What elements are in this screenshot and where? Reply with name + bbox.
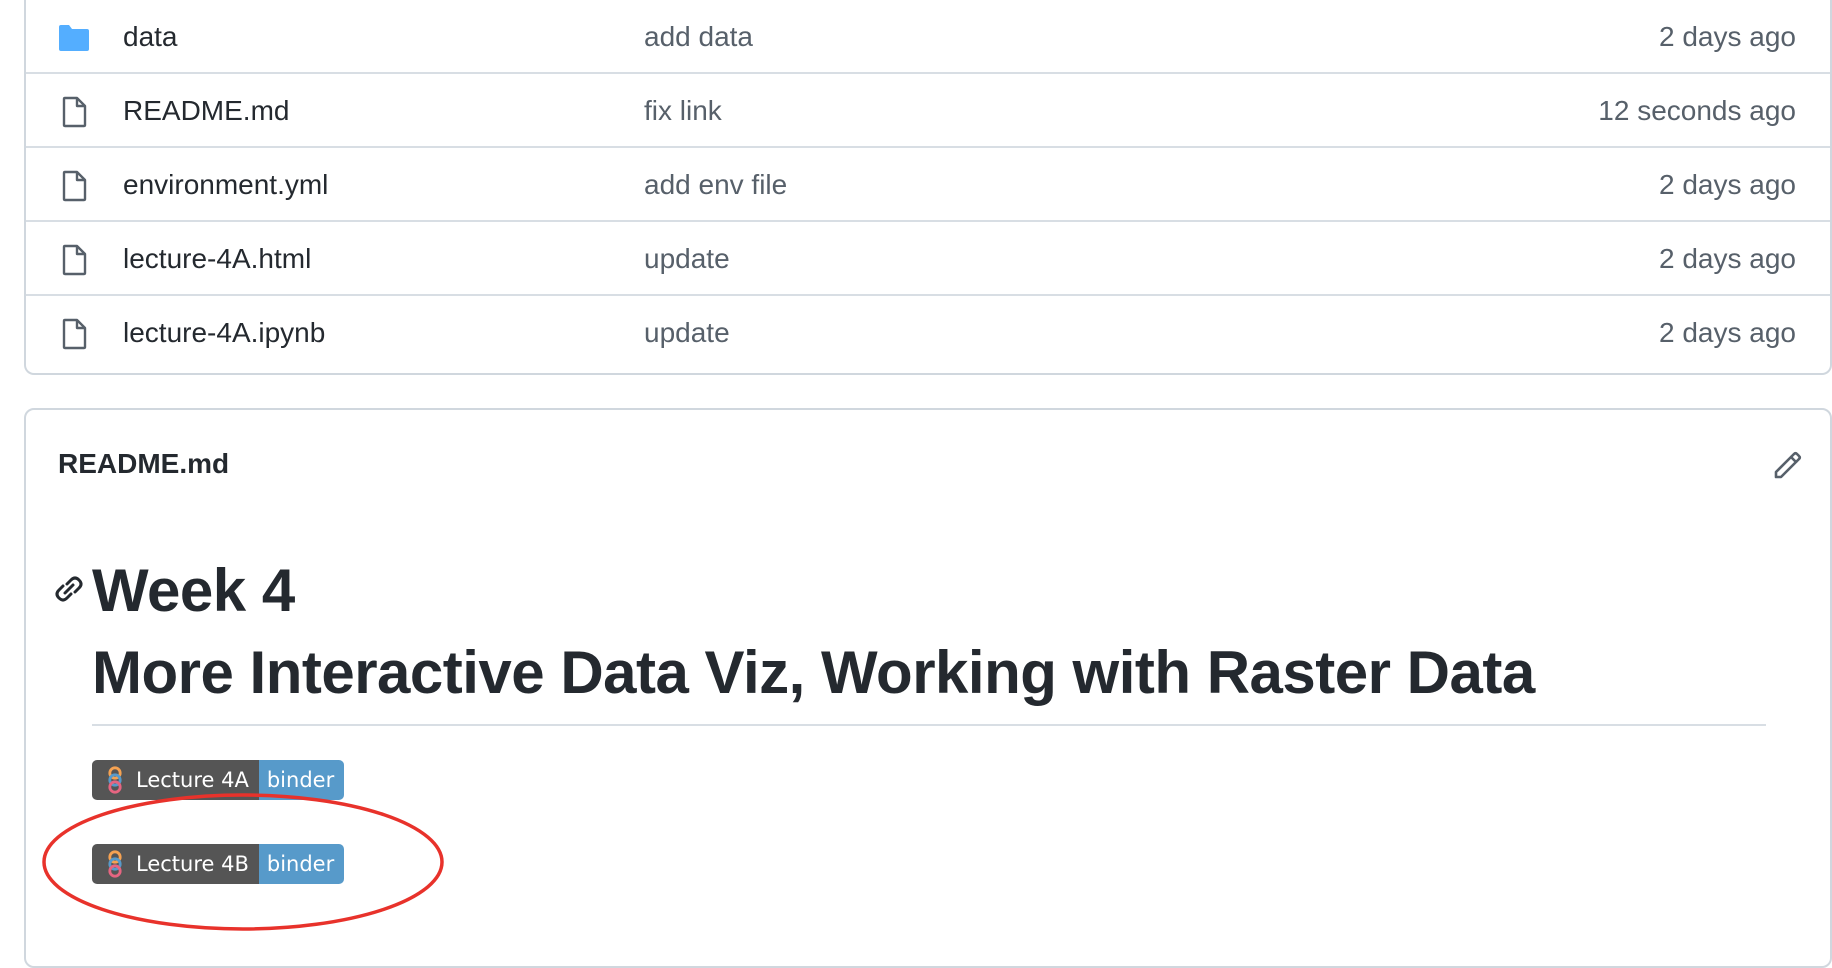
- badge-tag: binder: [258, 844, 345, 884]
- link-icon[interactable]: [52, 572, 86, 606]
- readme-panel: README.md Week 4 More Interactive Data V…: [24, 408, 1832, 968]
- commit-message-link[interactable]: add data: [644, 0, 753, 74]
- binder-badge-lecture-4b[interactable]: Lecture 4B binder: [92, 844, 345, 884]
- file-icon: [60, 96, 88, 128]
- commit-date: 2 days ago: [1659, 317, 1796, 348]
- badge-label-section: Lecture 4B: [92, 844, 259, 884]
- badge-label: Lecture 4A: [136, 768, 249, 792]
- file-name-link[interactable]: environment.yml: [123, 148, 328, 222]
- file-name-link[interactable]: data: [123, 0, 178, 74]
- binder-logo-icon: [108, 766, 122, 794]
- commit-message-link[interactable]: add env file: [644, 148, 787, 222]
- heading-divider: [92, 724, 1766, 726]
- file-name-link[interactable]: lecture-4A.ipynb: [123, 296, 325, 370]
- commit-message-link[interactable]: fix link: [644, 74, 722, 148]
- readme-title: Week 4 More Interactive Data Viz, Workin…: [92, 550, 1792, 714]
- pencil-icon[interactable]: [1768, 446, 1804, 482]
- file-name-link[interactable]: README.md: [123, 74, 289, 148]
- file-row-lecture-html[interactable]: lecture-4A.html update 2 days ago: [26, 222, 1830, 296]
- file-row-environment[interactable]: environment.yml add env file 2 days ago: [26, 148, 1830, 222]
- file-icon: [60, 170, 88, 202]
- readme-header: README.md: [58, 448, 230, 479]
- commit-date: 2 days ago: [1659, 169, 1796, 200]
- commit-message-link[interactable]: update: [644, 296, 730, 370]
- file-icon: [60, 318, 88, 350]
- badge-tag: binder: [258, 760, 345, 800]
- file-row-readme[interactable]: README.md fix link 12 seconds ago: [26, 74, 1830, 148]
- file-name-link[interactable]: lecture-4A.html: [123, 222, 311, 296]
- binder-logo-icon: [108, 850, 122, 878]
- binder-badge-lecture-4a[interactable]: Lecture 4A binder: [92, 760, 345, 800]
- commit-date: 2 days ago: [1659, 21, 1796, 52]
- readme-title-line-1: Week 4: [92, 557, 295, 624]
- file-row-lecture-ipynb[interactable]: lecture-4A.ipynb update 2 days ago: [26, 296, 1830, 370]
- commit-date: 2 days ago: [1659, 243, 1796, 274]
- commit-date: 12 seconds ago: [1598, 95, 1796, 126]
- badge-label-section: Lecture 4A: [92, 760, 259, 800]
- commit-message-link[interactable]: update: [644, 222, 730, 296]
- file-icon: [60, 244, 88, 276]
- folder-icon: [59, 22, 89, 54]
- readme-title-line-2: More Interactive Data Viz, Working with …: [92, 639, 1535, 706]
- badge-label: Lecture 4B: [136, 852, 249, 876]
- file-list: data add data 2 days ago README.md fix l…: [24, 0, 1832, 375]
- file-row-data[interactable]: data add data 2 days ago: [26, 0, 1830, 74]
